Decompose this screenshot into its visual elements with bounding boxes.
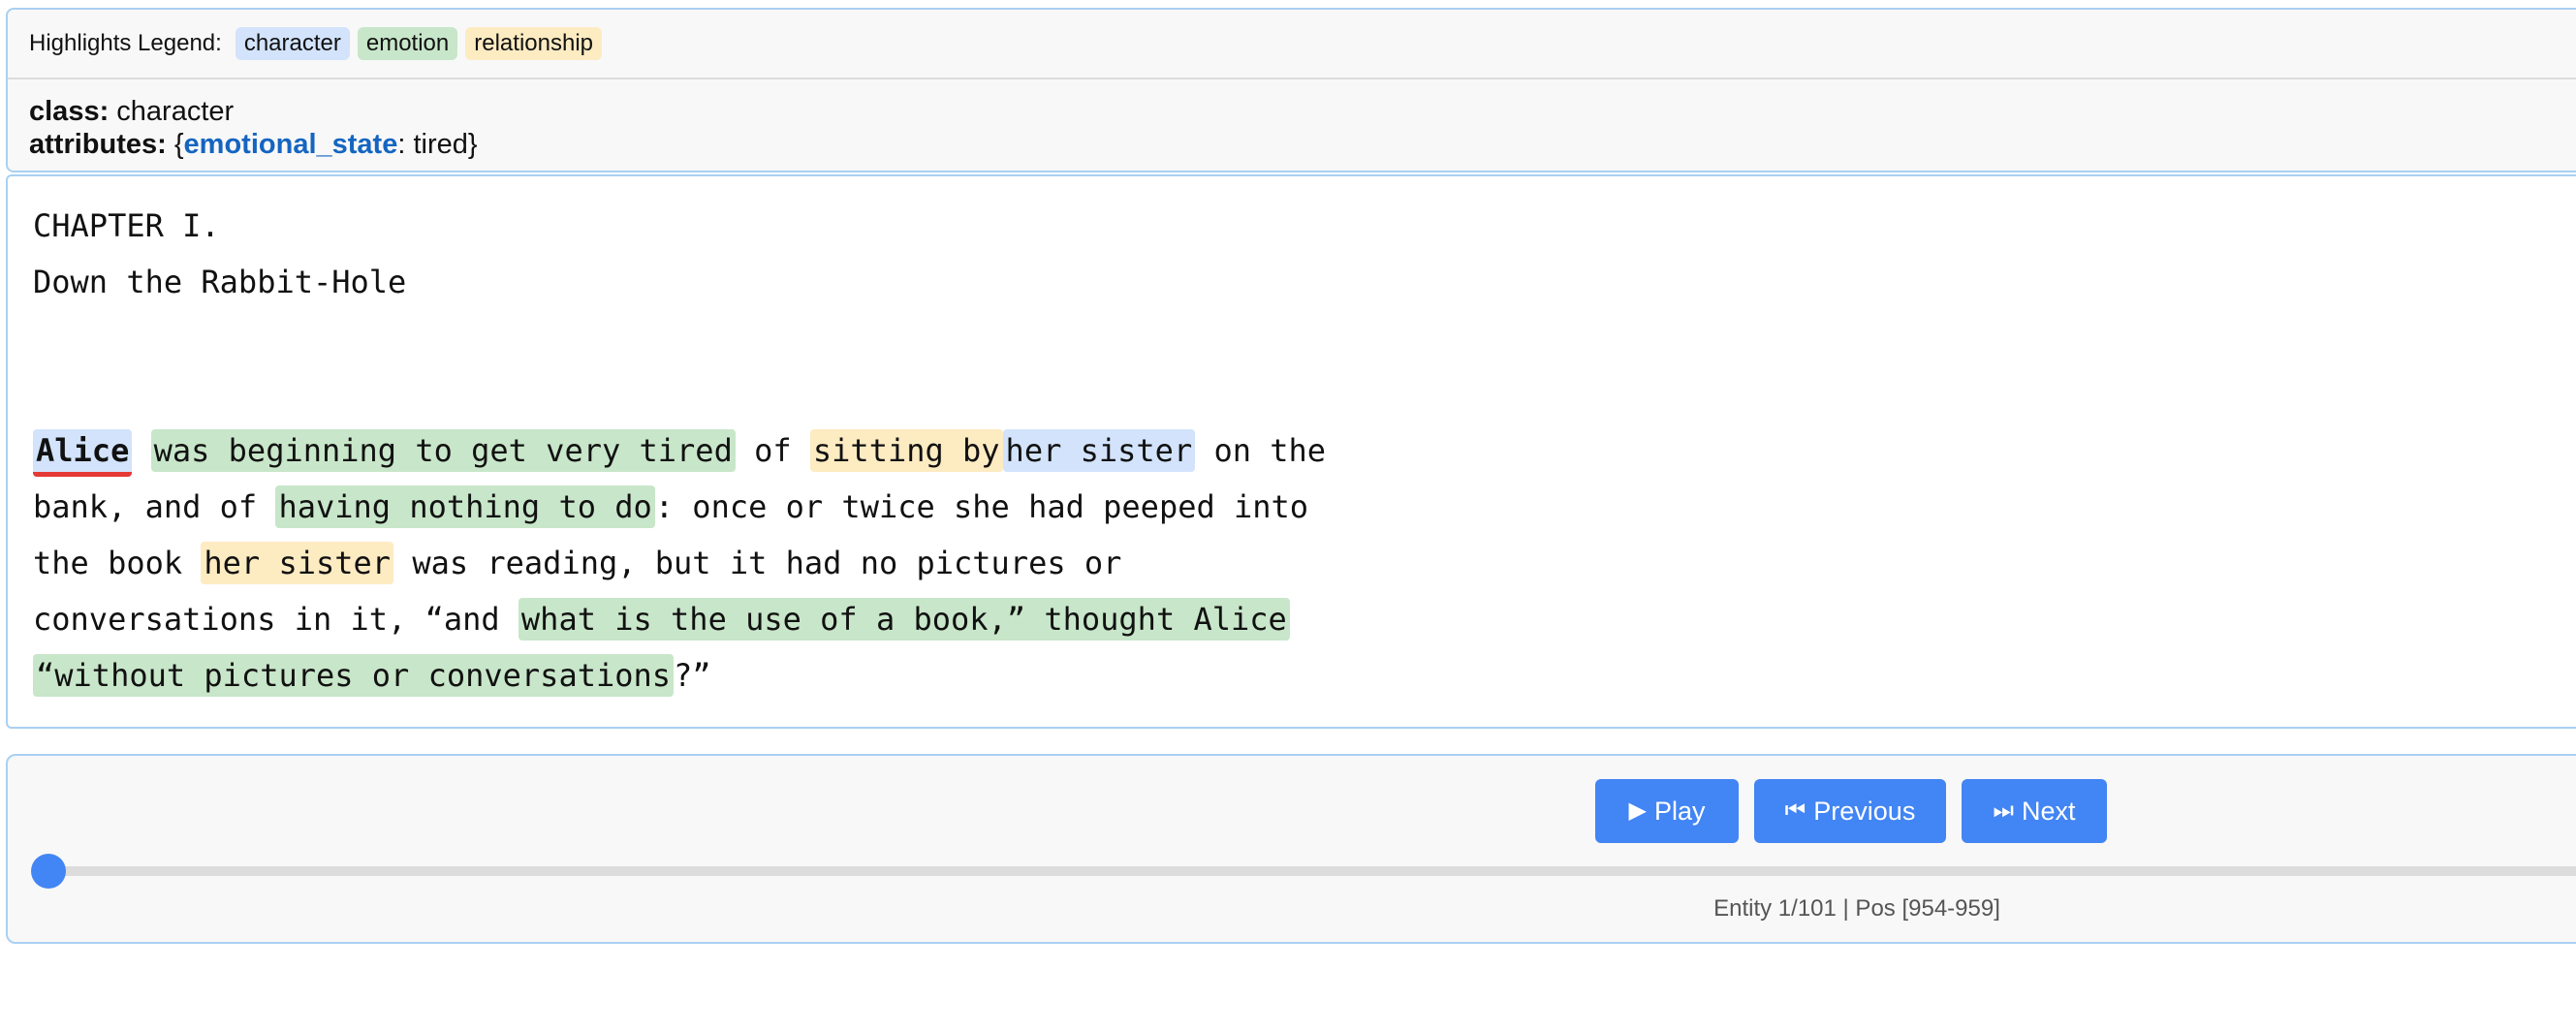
chapter-heading: CHAPTER I. — [33, 207, 220, 244]
legend-title: Highlights Legend: — [29, 30, 222, 56]
controls-panel: ▶ Play ⏮ Previous ⏭ Next Entity 1/101 | … — [6, 754, 2576, 944]
highlight-relationship[interactable]: sitting by — [809, 429, 1003, 472]
info-panel: Highlights Legend: character emotion rel… — [6, 8, 2576, 172]
highlight-emotion[interactable]: “without pictures or conversations — [33, 654, 675, 697]
plain-text: ?” — [674, 657, 711, 694]
text-line-4: conversations in it, “and what is the us… — [33, 591, 1290, 647]
highlights-legend: Highlights Legend: character emotion rel… — [8, 10, 2576, 79]
text-line-1: Alice was beginning to get very tired of… — [33, 422, 1326, 479]
plain-text: the book — [33, 545, 202, 581]
previous-icon: ⏮ — [1784, 797, 1806, 824]
plain-text: was reading, but it had no pictures or — [393, 545, 1122, 581]
text-line-2: bank, and of having nothing to do: once … — [33, 479, 1308, 535]
legend-chip-emotion: emotion — [357, 27, 458, 60]
highlight-character-active[interactable]: Alice — [33, 429, 133, 477]
class-key: class: — [29, 96, 110, 127]
highlight-relationship[interactable]: her sister — [201, 542, 394, 584]
class-row: class: character — [29, 95, 2576, 128]
attr-open: { — [173, 129, 184, 160]
plain-text: conversations in it, “and — [33, 601, 518, 638]
highlight-character[interactable]: her sister — [1002, 429, 1196, 472]
attr-sep: : — [397, 129, 406, 160]
attributes-key: attributes: — [29, 129, 167, 160]
previous-button[interactable]: ⏮ Previous — [1754, 779, 1946, 843]
text-line-5: “without pictures or conversations?” — [33, 647, 711, 704]
attr-name: emotional_state — [183, 129, 398, 160]
chapter-subtitle: Down the Rabbit-Hole — [33, 264, 407, 300]
class-value: character — [116, 96, 235, 127]
entity-status: Entity 1/101 | Pos [954-959] — [1713, 895, 2000, 922]
plain-text: of — [735, 432, 810, 469]
plain-text: on the — [1195, 432, 1327, 469]
legend-chip-character: character — [235, 27, 350, 60]
attributes-row: attributes: {emotional_state: tired} — [29, 128, 2576, 161]
highlight-emotion[interactable]: having nothing to do — [275, 485, 655, 528]
next-button[interactable]: ⏭ Next — [1962, 779, 2107, 843]
attr-close: } — [467, 129, 478, 160]
highlight-emotion[interactable]: what is the use of a book,” thought Alic… — [518, 598, 1290, 641]
plain-text: bank, and of — [33, 488, 276, 525]
legend-chip-relationship: relationship — [465, 27, 602, 60]
plain-text: : once or twice she had peeped into — [654, 488, 1309, 525]
previous-button-label: Previous — [1813, 796, 1916, 826]
attr-value: tired — [413, 129, 468, 160]
entity-slider-track[interactable] — [45, 866, 2576, 876]
next-button-label: Next — [2022, 796, 2076, 826]
entity-details: class: character attributes: {emotional_… — [8, 79, 2576, 161]
play-button-label: Play — [1653, 796, 1706, 826]
text-panel: CHAPTER I. Down the Rabbit-Hole Alice wa… — [6, 174, 2576, 729]
play-icon: ▶ — [1628, 797, 1647, 824]
text-line-3: the book her sister was reading, but it … — [33, 535, 1121, 591]
entity-slider-thumb[interactable] — [31, 854, 66, 889]
play-button[interactable]: ▶ Play — [1595, 779, 1739, 843]
highlight-emotion[interactable]: was beginning to get very tired — [150, 429, 736, 472]
next-icon: ⏭ — [1993, 797, 2015, 824]
